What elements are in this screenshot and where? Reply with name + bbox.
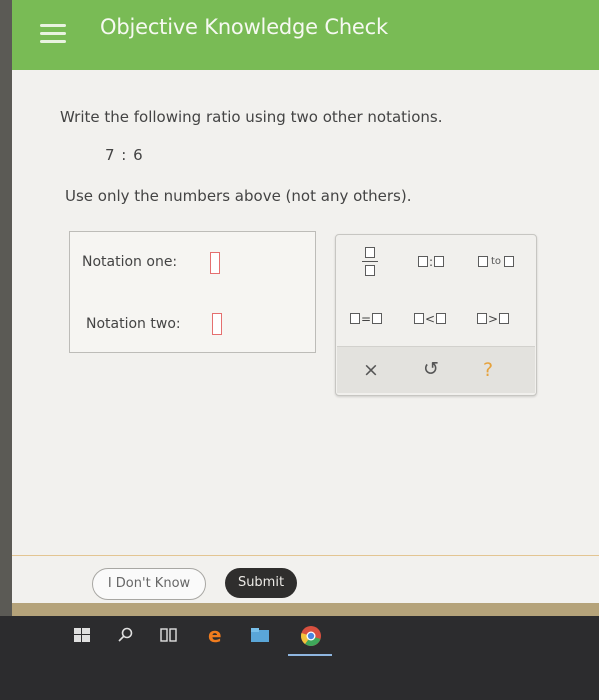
question-instruction: Use only the numbers above (not any othe… bbox=[65, 187, 412, 205]
edge-browser-icon[interactable]: e bbox=[206, 625, 226, 645]
active-app-indicator bbox=[288, 654, 332, 656]
action-footer: I Don't Know Submit bbox=[12, 555, 599, 604]
chrome-icon[interactable] bbox=[300, 625, 322, 647]
windows-taskbar: e bbox=[0, 616, 599, 700]
screen-edge-strip bbox=[12, 603, 599, 616]
greater-than-button[interactable]: > bbox=[477, 311, 510, 326]
answer-box: Notation one: Notation two: bbox=[69, 231, 316, 353]
header-bar: Objective Knowledge Check bbox=[0, 0, 599, 70]
question-panel: Write the following ratio using two othe… bbox=[12, 70, 599, 555]
screen: Objective Knowledge Check Write the foll… bbox=[0, 0, 599, 700]
windows-start-icon[interactable] bbox=[74, 628, 90, 642]
keypad-action-bar: × ↺ ? bbox=[337, 346, 535, 393]
undo-icon[interactable]: ↺ bbox=[423, 358, 439, 380]
math-keypad: : to = < > × ↺ ? bbox=[335, 234, 537, 396]
dont-know-button[interactable]: I Don't Know bbox=[92, 568, 206, 600]
notation-one-input[interactable] bbox=[210, 252, 220, 274]
hamburger-menu-icon[interactable] bbox=[36, 16, 70, 50]
fraction-button[interactable] bbox=[360, 247, 380, 279]
notation-two-label: Notation two: bbox=[86, 316, 181, 332]
clear-x-icon[interactable]: × bbox=[363, 359, 379, 381]
question-prompt: Write the following ratio using two othe… bbox=[60, 108, 443, 126]
svg-text:e: e bbox=[208, 625, 222, 645]
file-explorer-icon[interactable] bbox=[250, 627, 270, 643]
notation-two-input[interactable] bbox=[212, 313, 222, 335]
equals-button[interactable]: = bbox=[350, 311, 383, 326]
task-view-icon[interactable] bbox=[160, 628, 178, 642]
notation-one-label: Notation one: bbox=[82, 254, 178, 270]
page-title: Objective Knowledge Check bbox=[100, 15, 388, 39]
search-icon[interactable] bbox=[118, 627, 134, 643]
ratio-value: 7 : 6 bbox=[105, 146, 144, 164]
help-question-icon[interactable]: ? bbox=[483, 359, 493, 381]
screen-bezel bbox=[0, 0, 12, 700]
to-ratio-button[interactable]: to bbox=[478, 254, 515, 268]
colon-ratio-button[interactable]: : bbox=[418, 254, 445, 269]
less-than-button[interactable]: < bbox=[414, 311, 447, 326]
submit-button[interactable]: Submit bbox=[225, 568, 297, 598]
